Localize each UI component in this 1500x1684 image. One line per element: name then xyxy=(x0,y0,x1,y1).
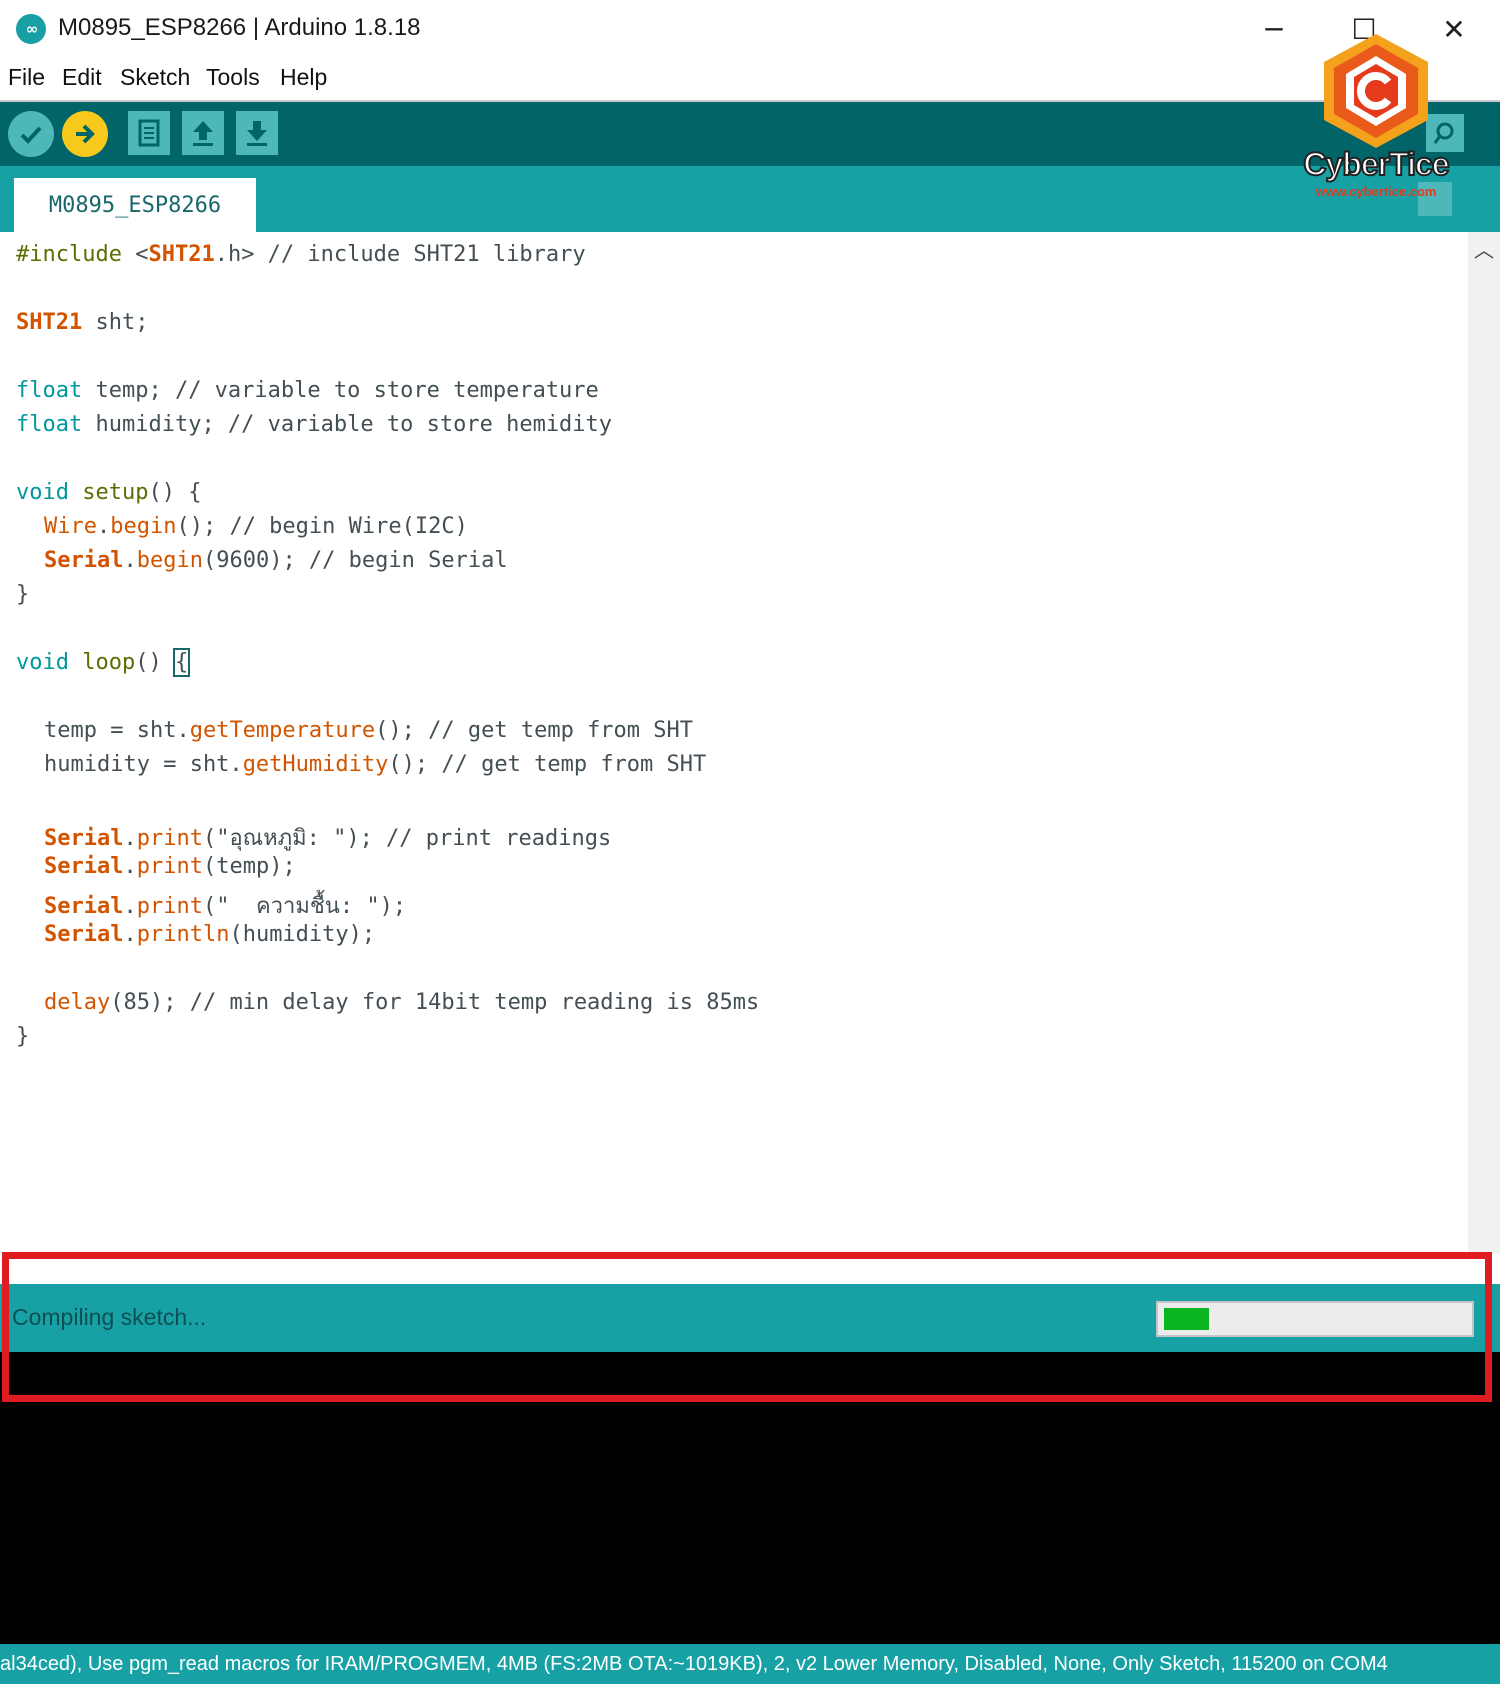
upload-icon xyxy=(76,124,95,144)
new-button[interactable] xyxy=(128,111,170,155)
menu-sketch[interactable]: Sketch xyxy=(120,64,190,91)
verify-button[interactable] xyxy=(8,111,54,157)
progress-fill xyxy=(1164,1308,1209,1330)
logo-brand: CyberTice xyxy=(1302,145,1450,183)
tab-sketch[interactable]: M0895_ESP8266 xyxy=(14,178,256,232)
minimize-button[interactable]: ─ xyxy=(1244,6,1304,52)
status-message: Compiling sketch... xyxy=(12,1304,207,1330)
code-line: } xyxy=(16,1024,30,1049)
menu-tools[interactable]: Tools xyxy=(206,64,260,91)
cybertice-logo-icon xyxy=(1324,34,1428,148)
open-button[interactable] xyxy=(182,111,224,155)
menu-edit[interactable]: Edit xyxy=(62,64,102,91)
cybertice-logo: CyberTice www.cybertice.com xyxy=(1296,32,1456,204)
board-info-bar: al34ced), Use pgm_read macros for IRAM/P… xyxy=(0,1644,1500,1684)
code-line: Serial.print(" ความชื้น: "); xyxy=(44,894,407,919)
code-line: } xyxy=(16,582,30,607)
code-line: Serial.println(humidity); xyxy=(44,922,376,947)
code-line: delay(85); // min delay for 14bit temp r… xyxy=(44,990,760,1015)
code-line: humidity = sht.getHumidity(); // get tem… xyxy=(44,752,707,777)
status-bar: Compiling sketch... xyxy=(0,1284,1500,1352)
title-bar: ∞ M0895_ESP8266 | Arduino 1.8.18 ─ ☐ ✕ xyxy=(0,0,1500,58)
menu-bar: File Edit Sketch Tools Help xyxy=(0,58,1500,102)
code-line: Serial.print("อุณหภูมิ: "); // print rea… xyxy=(44,826,612,851)
code-line: temp = sht.getTemperature(); // get temp… xyxy=(44,718,694,743)
board-info-text: al34ced), Use pgm_read macros for IRAM/P… xyxy=(0,1653,1388,1675)
tab-strip: M0895_ESP8266 xyxy=(0,166,1500,232)
scroll-up-icon[interactable]: ︿ xyxy=(1468,232,1500,262)
menu-help[interactable]: Help xyxy=(280,64,327,91)
verify-icon xyxy=(20,126,42,144)
window-title: M0895_ESP8266 | Arduino 1.8.18 xyxy=(58,14,421,41)
editor-scrollbar[interactable]: ︿ xyxy=(1468,232,1500,1254)
code-line: float temp; // variable to store tempera… xyxy=(16,378,599,403)
code-line: void loop() { xyxy=(16,648,191,677)
logo-url: www.cybertice.com xyxy=(1315,184,1437,199)
code-line: SHT21 sht; xyxy=(16,310,149,335)
code-editor[interactable]: #include <SHT21.h> // include SHT21 libr… xyxy=(0,232,1468,1254)
code-line: Wire.begin(); // begin Wire(I2C) xyxy=(44,514,468,539)
editor-horizontal-scrollbar[interactable] xyxy=(10,1262,1490,1285)
open-icon xyxy=(193,121,213,146)
code-line: #include <SHT21.h> // include SHT21 libr… xyxy=(16,242,586,267)
code-line: Serial.print(temp); xyxy=(44,854,296,879)
new-icon xyxy=(138,119,160,147)
save-icon xyxy=(247,121,267,146)
code-line: float humidity; // variable to store hem… xyxy=(16,412,613,437)
upload-button[interactable] xyxy=(62,111,108,157)
code-line: void setup() { xyxy=(16,480,202,505)
save-button[interactable] xyxy=(236,111,278,155)
infinity-icon: ∞ xyxy=(16,14,46,44)
code-line: Serial.begin(9600); // begin Serial xyxy=(44,548,508,573)
console-output[interactable] xyxy=(0,1352,1500,1644)
toolbar xyxy=(0,102,1500,166)
compile-progress-bar xyxy=(1156,1301,1474,1337)
menu-file[interactable]: File xyxy=(8,64,45,91)
